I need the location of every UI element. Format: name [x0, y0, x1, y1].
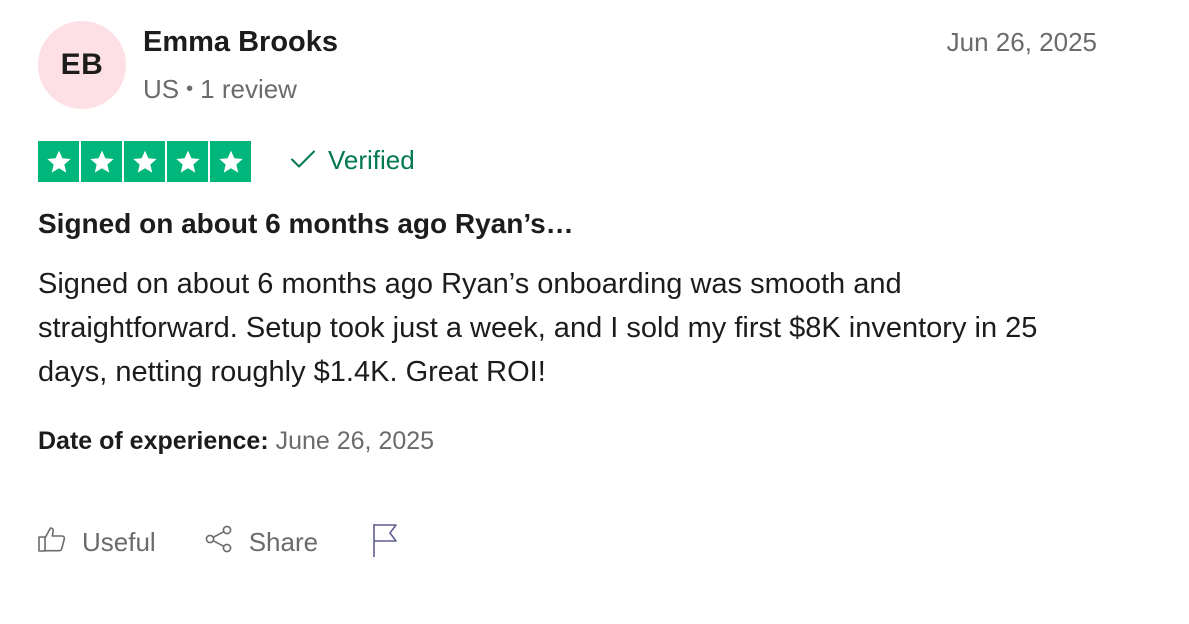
thumbs-up-icon: [36, 523, 82, 562]
flag-icon: [369, 522, 401, 563]
share-button[interactable]: Share: [203, 523, 318, 562]
avatar: EB: [38, 21, 126, 109]
meta-separator: •: [186, 78, 194, 100]
useful-label: Useful: [82, 527, 156, 557]
star-icon: [167, 141, 208, 182]
star-icon: [210, 141, 251, 182]
reviewer-review-count[interactable]: 1 review: [200, 74, 297, 105]
date-of-experience: Date of experience: June 26, 2025: [38, 427, 434, 456]
avatar-initials: EB: [60, 48, 104, 81]
verified-badge[interactable]: Verified: [290, 145, 415, 176]
star-icon: [124, 141, 165, 182]
reviewer-meta: US • 1 review: [143, 74, 297, 105]
review-date: Jun 26, 2025: [946, 27, 1097, 57]
review-actions: Useful Share: [36, 522, 401, 563]
report-button[interactable]: [369, 522, 401, 563]
experience-date: June 26, 2025: [275, 427, 435, 455]
review-body: Signed on about 6 months ago Ryan’s onbo…: [38, 268, 1038, 388]
star-icon: [38, 141, 79, 182]
useful-button[interactable]: Useful: [36, 523, 156, 562]
review-title[interactable]: Signed on about 6 months ago Ryan’s…: [38, 208, 574, 240]
review-card: EB Emma Brooks US • 1 review Jun 26, 202…: [0, 0, 1189, 624]
verified-label: Verified: [328, 145, 415, 175]
reviewer-name[interactable]: Emma Brooks: [143, 26, 338, 59]
reviewer-country: US: [143, 74, 180, 104]
star-icon: [81, 141, 122, 182]
share-icon: [203, 523, 249, 562]
share-label: Share: [248, 527, 319, 557]
checkmark-icon: [290, 145, 328, 176]
star-rating: [38, 141, 251, 182]
experience-label: Date of experience:: [38, 427, 269, 455]
